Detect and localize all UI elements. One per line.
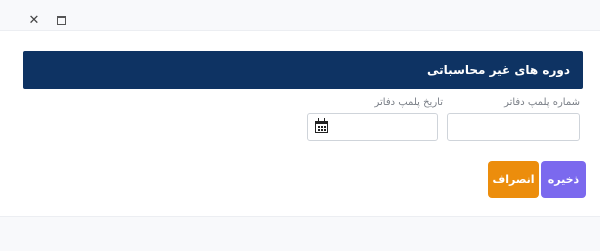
seal-date-label: تاریخ پلمپ دفاتر — [374, 97, 443, 108]
save-button[interactable]: ذخیره — [541, 161, 586, 198]
cancel-button[interactable]: انصراف — [488, 161, 539, 198]
dialog-footer — [0, 216, 600, 251]
dialog-title: دوره های غیر محاسباتی — [427, 63, 570, 77]
window-titlebar: ✕ — [0, 0, 600, 31]
maximize-icon[interactable] — [55, 14, 67, 26]
seal-date-input[interactable] — [307, 113, 438, 141]
seal-number-label: شماره پلمپ دفاتر — [504, 97, 580, 108]
dialog-header: دوره های غیر محاسباتی — [23, 51, 583, 89]
calendar-icon[interactable] — [315, 118, 328, 133]
close-icon[interactable]: ✕ — [28, 14, 40, 27]
seal-number-input[interactable] — [447, 113, 580, 141]
